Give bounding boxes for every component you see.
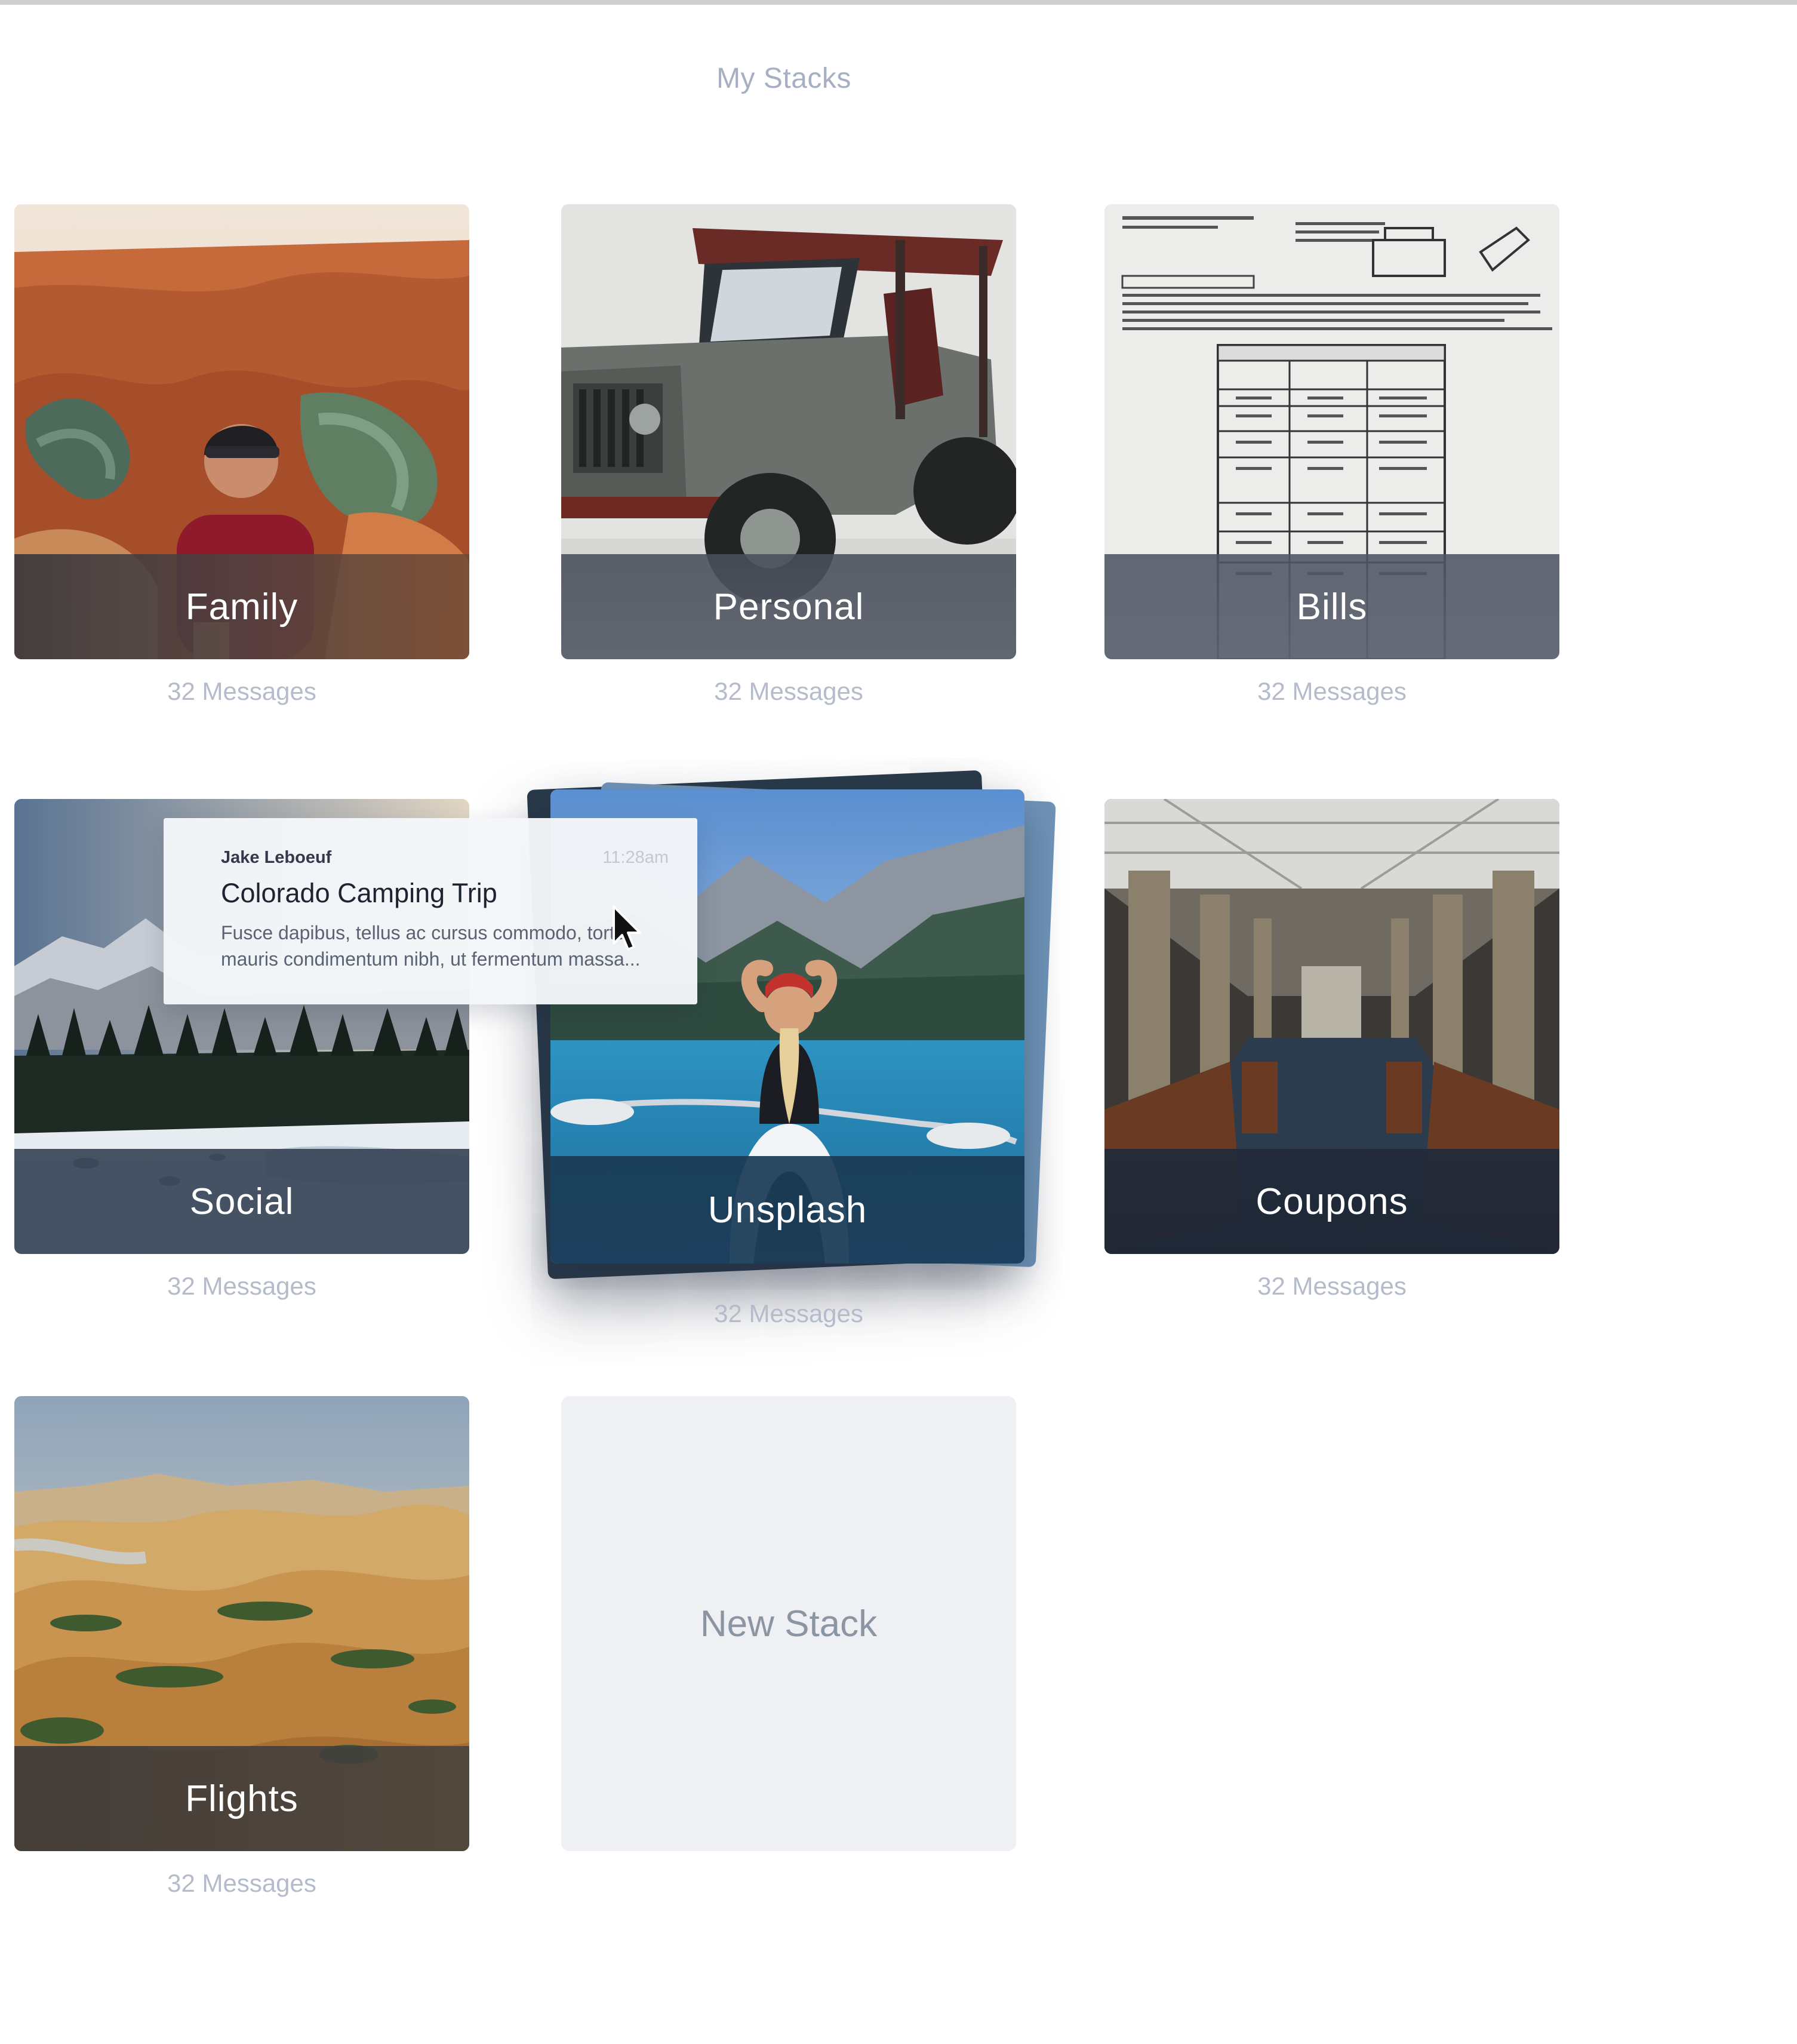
- stack-count-flights: 32 Messages: [167, 1869, 316, 1897]
- stack-tile-coupons[interactable]: Coupons: [1104, 799, 1559, 1254]
- new-stack-label: New Stack: [700, 1603, 878, 1645]
- stack-tile-personal[interactable]: Personal: [561, 204, 1016, 659]
- stack-label-flights: Flights: [14, 1746, 469, 1851]
- stack-tile-bills[interactable]: Bills: [1104, 204, 1559, 659]
- stack-label-coupons: Coupons: [1104, 1149, 1559, 1254]
- message-subject: Colorado Camping Trip: [221, 878, 497, 908]
- stack-count-family: 32 Messages: [167, 677, 316, 705]
- stack-tile-flights[interactable]: Flights: [14, 1396, 469, 1851]
- stack-count-bills: 32 Messages: [1257, 677, 1407, 705]
- stack-label-personal: Personal: [561, 554, 1016, 659]
- stack-count-personal: 32 Messages: [714, 677, 863, 705]
- stack-count-coupons: 32 Messages: [1257, 1272, 1407, 1300]
- stack-label-bills: Bills: [1104, 554, 1559, 659]
- new-stack-button[interactable]: New Stack: [561, 1396, 1016, 1851]
- message-preview: Fusce dapibus, tellus ac cursus commodo,…: [221, 922, 641, 970]
- mouse-pointer-icon: [613, 905, 641, 951]
- window-top-border: [0, 0, 1797, 5]
- message-sender: Jake Leboeuf: [221, 848, 332, 867]
- message-time: 11:28am: [602, 848, 669, 867]
- stack-label-social: Social: [14, 1149, 469, 1254]
- stack-tile-family[interactable]: Family: [14, 204, 469, 659]
- stack-count-unsplash: 32 Messages: [714, 1299, 863, 1327]
- stack-label-family: Family: [14, 554, 469, 659]
- stack-count-social: 32 Messages: [167, 1272, 316, 1300]
- stack-label-unsplash: Unsplash: [550, 1156, 1024, 1264]
- page-title: My Stacks: [716, 63, 851, 94]
